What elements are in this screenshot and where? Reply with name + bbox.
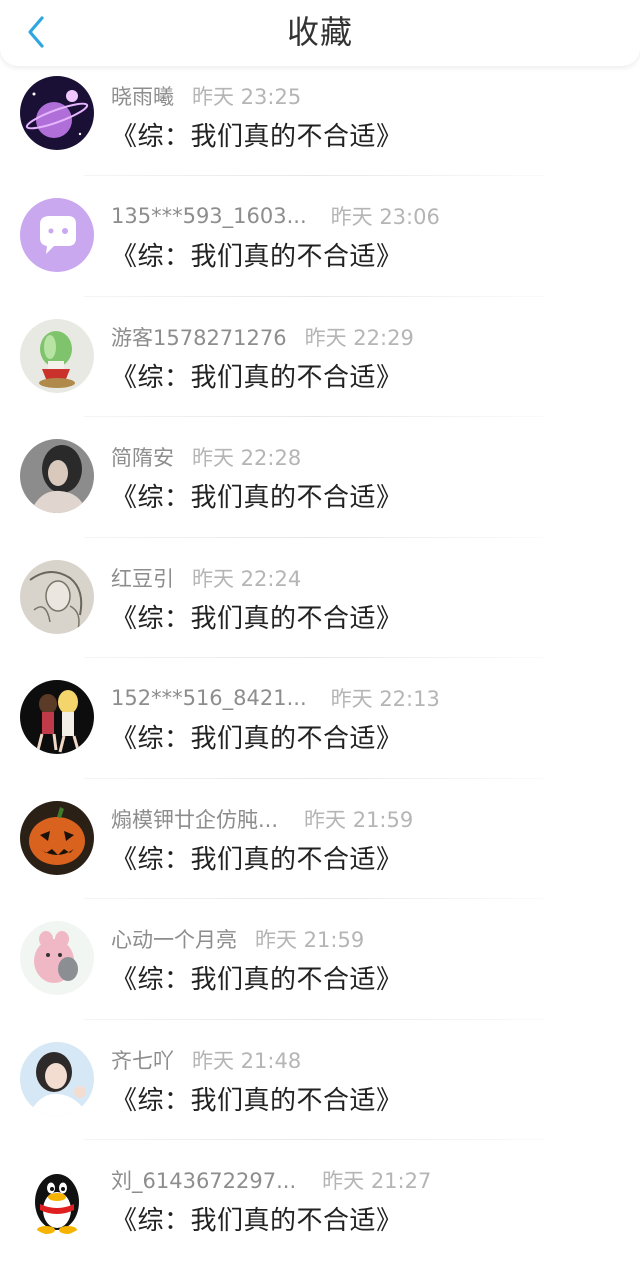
pumpkin-avatar (20, 800, 94, 875)
timestamp: 昨天 23:06 (330, 205, 440, 229)
list-item[interactable]: 游客1578271276 昨天 22:29 《综：我们真的不合适》 (0, 297, 640, 417)
user-name: 152***516_8421... (111, 686, 307, 710)
list-item[interactable]: 135***593_1603... 昨天 23:06 《综：我们真的不合适》 (0, 176, 640, 297)
photo-girl-avatar (20, 1041, 94, 1116)
list-item[interactable]: 煽模钾廿企仿肫... 昨天 21:59 《综：我们真的不合适》 (0, 779, 640, 899)
book-title: 《综：我们真的不合适》 (111, 1085, 403, 1116)
user-name: 简隋安 (111, 446, 174, 470)
favorites-list: 晓雨曦 昨天 23:25 《综：我们真的不合适》 135***593_1603.… (0, 66, 640, 1261)
list-item[interactable]: 晓雨曦 昨天 23:25 《综：我们真的不合适》 (0, 66, 640, 176)
user-name: 齐七吖 (111, 1048, 174, 1073)
timestamp: 昨天 21:59 (304, 807, 414, 832)
book-title: 《综：我们真的不合适》 (111, 1206, 403, 1236)
timestamp: 昨天 21:59 (255, 928, 365, 952)
timestamp: 昨天 22:13 (330, 687, 440, 711)
book-title: 《综：我们真的不合适》 (111, 362, 403, 393)
user-name: 游客1578271276 (111, 325, 287, 350)
timestamp: 昨天 22:24 (192, 566, 302, 591)
book-title: 《综：我们真的不合适》 (111, 965, 403, 995)
timestamp: 昨天 21:48 (192, 1048, 302, 1073)
chat-bubble-avatar (20, 198, 94, 272)
book-title: 《综：我们真的不合适》 (111, 603, 403, 634)
page-title: 收藏 (286, 13, 353, 51)
book-title: 《综：我们真的不合适》 (111, 724, 403, 754)
list-item[interactable]: 红豆引 昨天 22:24 《综：我们真的不合适》 (0, 538, 640, 658)
book-title: 《综：我们真的不合适》 (111, 242, 403, 272)
user-name: 煽模钾廿企仿肫... (111, 807, 279, 832)
sketch-avatar (20, 559, 94, 634)
list-item[interactable]: 齐七吖 昨天 21:48 《综：我们真的不合适》 (0, 1020, 640, 1140)
timestamp: 昨天 22:28 (192, 446, 302, 470)
timestamp: 昨天 23:25 (192, 85, 302, 109)
user-name: 刘_6143672297... (111, 1169, 297, 1193)
qq-penguin-avatar (20, 1162, 94, 1236)
book-title: 《综：我们真的不合适》 (111, 483, 403, 513)
pink-creature-avatar (20, 921, 94, 995)
list-item[interactable]: 刘_6143672297... 昨天 21:27 《综：我们真的不合适》 (0, 1140, 640, 1261)
top-bar: 收藏 (0, 0, 640, 66)
list-item[interactable]: 152***516_8421... 昨天 22:13 《综：我们真的不合适》 (0, 658, 640, 779)
jade-cabbage-avatar (20, 318, 94, 393)
book-title: 《综：我们真的不合适》 (111, 844, 403, 875)
list-item[interactable]: 心动一个月亮 昨天 21:59 《综：我们真的不合适》 (0, 899, 640, 1020)
planet-avatar (20, 76, 94, 150)
book-title: 《综：我们真的不合适》 (111, 122, 403, 152)
portrait-girl-avatar (20, 439, 94, 513)
anime-girls-avatar (20, 680, 94, 754)
user-name: 晓雨曦 (111, 85, 174, 109)
user-name: 135***593_1603... (111, 204, 307, 228)
timestamp: 昨天 22:29 (304, 325, 414, 350)
list-item[interactable]: 简隋安 昨天 22:28 《综：我们真的不合适》 (0, 417, 640, 538)
user-name: 红豆引 (111, 566, 174, 591)
user-name: 心动一个月亮 (111, 928, 237, 952)
timestamp: 昨天 21:27 (322, 1169, 432, 1193)
